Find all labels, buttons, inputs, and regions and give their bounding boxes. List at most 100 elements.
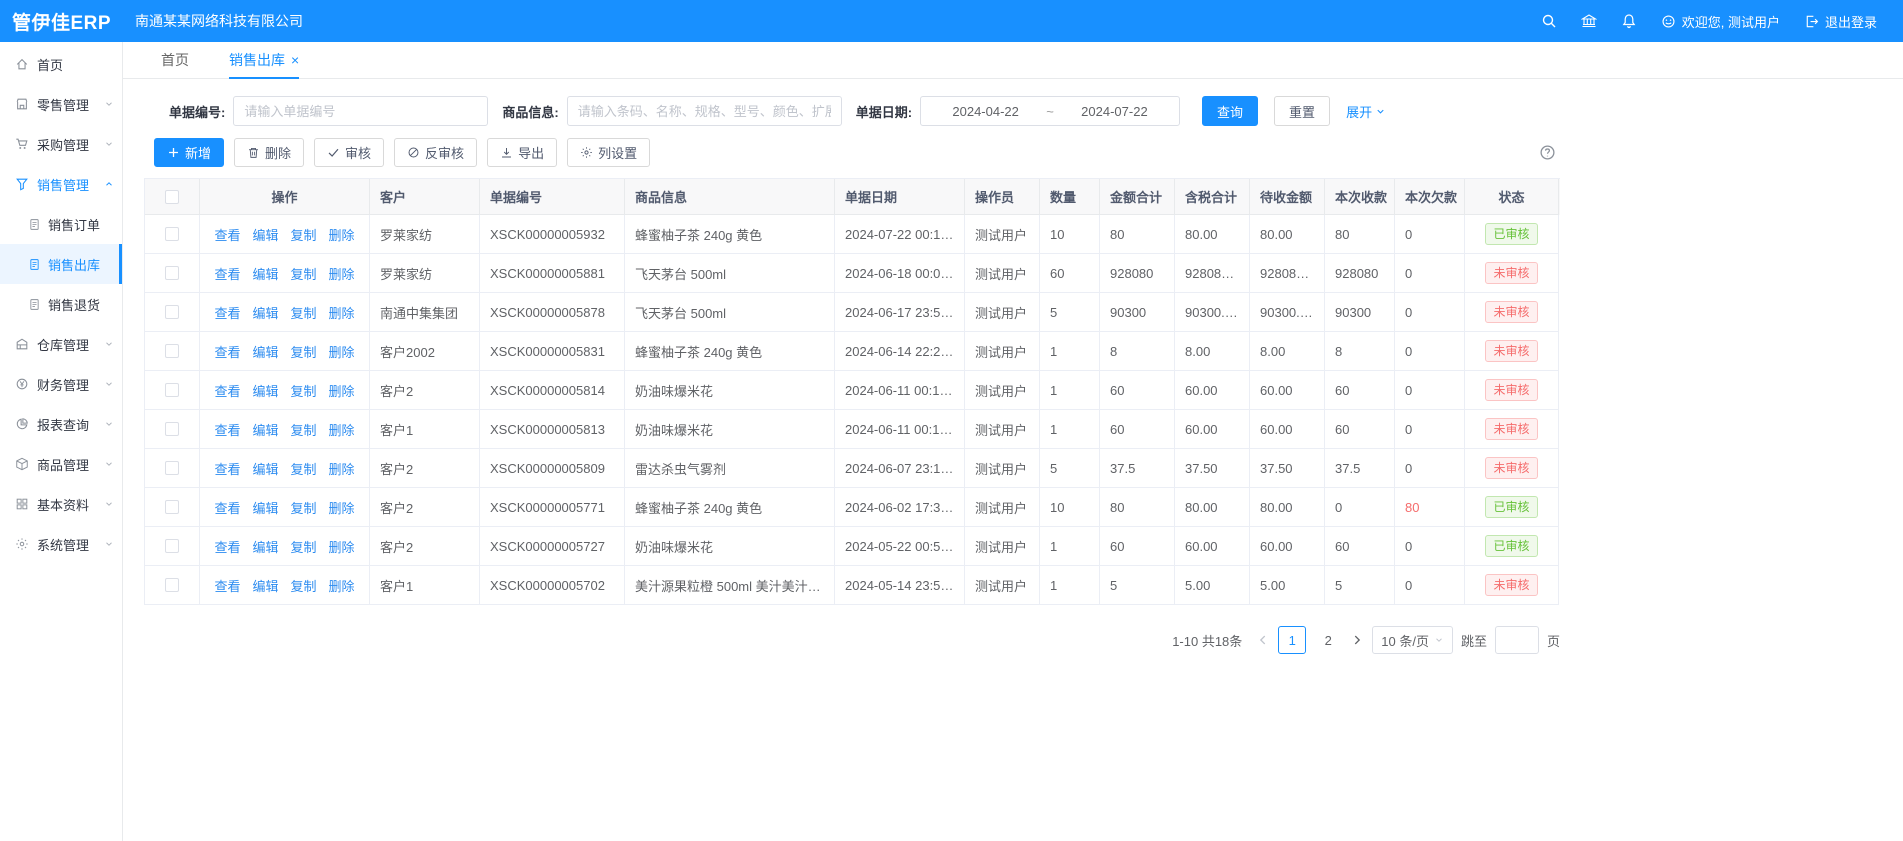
sidebar-item-retail-mgmt[interactable]: 零售管理 [0, 84, 122, 124]
row-action-edit[interactable]: 编辑 [252, 303, 278, 322]
cell-customer: 南通中集集团 [370, 293, 480, 332]
unaudit-button[interactable]: 反审核 [394, 138, 477, 167]
help-icon[interactable] [1539, 144, 1556, 161]
row-action-copy[interactable]: 复制 [291, 264, 317, 283]
row-action-edit[interactable]: 编辑 [252, 537, 278, 556]
row-action-copy[interactable]: 复制 [291, 459, 317, 478]
audit-button[interactable]: 审核 [314, 138, 384, 167]
row-action-delete[interactable]: 删除 [329, 303, 355, 322]
row-action-copy[interactable]: 复制 [291, 381, 317, 400]
close-icon[interactable]: × [291, 53, 299, 67]
row-action-copy[interactable]: 复制 [291, 537, 317, 556]
row-action-view[interactable]: 查看 [214, 537, 240, 556]
row-action-delete[interactable]: 删除 [329, 576, 355, 595]
logout-button[interactable]: 退出登录 [1804, 12, 1877, 31]
row-action-edit[interactable]: 编辑 [252, 576, 278, 595]
sidebar-item-warehouse-mgmt[interactable]: 仓库管理 [0, 324, 122, 364]
search-icon[interactable] [1541, 13, 1557, 29]
sidebar-item-purchase-mgmt[interactable]: 采购管理 [0, 124, 122, 164]
row-checkbox[interactable] [165, 578, 179, 592]
column-settings-button[interactable]: 列设置 [567, 138, 650, 167]
row-action-view[interactable]: 查看 [214, 225, 240, 244]
row-action-delete[interactable]: 删除 [329, 264, 355, 283]
bank-icon[interactable] [1581, 13, 1597, 29]
select-all-checkbox[interactable] [165, 190, 179, 204]
row-checkbox[interactable] [165, 266, 179, 280]
row-action-delete[interactable]: 删除 [329, 498, 355, 517]
expand-link[interactable]: 展开 [1346, 102, 1386, 121]
row-action-copy[interactable]: 复制 [291, 420, 317, 439]
row-action-copy[interactable]: 复制 [291, 576, 317, 595]
reset-button[interactable]: 重置 [1274, 96, 1330, 126]
prev-page-button[interactable] [1256, 633, 1270, 647]
row-checkbox[interactable] [165, 461, 179, 475]
row-action-copy[interactable]: 复制 [291, 342, 317, 361]
row-action-edit[interactable]: 编辑 [252, 459, 278, 478]
row-action-delete[interactable]: 删除 [329, 459, 355, 478]
welcome-user[interactable]: 欢迎您, 测试用户 [1661, 12, 1780, 31]
row-action-edit[interactable]: 编辑 [252, 381, 278, 400]
sidebar-item-system-mgmt[interactable]: 系统管理 [0, 524, 122, 564]
row-action-delete[interactable]: 删除 [329, 537, 355, 556]
tab-home[interactable]: 首页 [161, 42, 189, 78]
row-checkbox[interactable] [165, 422, 179, 436]
row-action-edit[interactable]: 编辑 [252, 225, 278, 244]
row-checkbox[interactable] [165, 383, 179, 397]
delete-button[interactable]: 删除 [234, 138, 304, 167]
row-action-delete[interactable]: 删除 [329, 381, 355, 400]
sidebar-subitem-sales-outbound[interactable]: 销售出库 [0, 244, 122, 284]
date-to[interactable]: 2024-07-22 [1058, 104, 1171, 119]
sidebar-subitem-sales-order[interactable]: 销售订单 [0, 204, 122, 244]
row-action-view[interactable]: 查看 [214, 303, 240, 322]
sidebar-item-report-query[interactable]: 报表查询 [0, 404, 122, 444]
page-button-2[interactable]: 2 [1314, 626, 1342, 654]
row-action-view[interactable]: 查看 [214, 576, 240, 595]
row-action-view[interactable]: 查看 [214, 459, 240, 478]
row-checkbox[interactable] [165, 539, 179, 553]
sidebar-item-sales-mgmt[interactable]: 销售管理 [0, 164, 122, 204]
row-action-edit[interactable]: 编辑 [252, 264, 278, 283]
date-from[interactable]: 2024-04-22 [929, 104, 1042, 119]
page-button-1[interactable]: 1 [1278, 626, 1306, 654]
search-button[interactable]: 查询 [1202, 96, 1258, 126]
row-action-delete[interactable]: 删除 [329, 342, 355, 361]
jump-page-input[interactable] [1495, 626, 1539, 654]
row-action-delete[interactable]: 删除 [329, 225, 355, 244]
row-checkbox[interactable] [165, 305, 179, 319]
row-action-view[interactable]: 查看 [214, 264, 240, 283]
sidebar-subitem-sales-return[interactable]: 销售退货 [0, 284, 122, 324]
row-action-copy[interactable]: 复制 [291, 225, 317, 244]
cell-doc_no: XSCK00000005932 [480, 215, 625, 254]
bell-icon[interactable] [1621, 13, 1637, 29]
export-button[interactable]: 导出 [487, 138, 557, 167]
row-action-delete[interactable]: 删除 [329, 420, 355, 439]
sidebar-item-basic-data[interactable]: 基本资料 [0, 484, 122, 524]
cell-text: 928080.00 [1260, 266, 1314, 281]
page-size-select[interactable]: 10 条/页 [1372, 626, 1453, 654]
sidebar-item-finance-mgmt[interactable]: 财务管理 [0, 364, 122, 404]
row-action-copy[interactable]: 复制 [291, 498, 317, 517]
sidebar-item-product-mgmt[interactable]: 商品管理 [0, 444, 122, 484]
row-action-view[interactable]: 查看 [214, 420, 240, 439]
row-action-edit[interactable]: 编辑 [252, 420, 278, 439]
add-button[interactable]: 新增 [154, 138, 224, 167]
product-info-input[interactable] [567, 96, 842, 126]
sidebar-item-home[interactable]: 首页 [0, 44, 122, 84]
row-checkbox[interactable] [165, 344, 179, 358]
date-range-picker[interactable]: 2024-04-22 ~ 2024-07-22 [920, 96, 1180, 126]
doc-no-input[interactable] [233, 96, 488, 126]
tab-sales-outbound[interactable]: 销售出库 × [229, 42, 299, 78]
row-action-view[interactable]: 查看 [214, 498, 240, 517]
purchase-icon [15, 137, 29, 151]
next-page-button[interactable] [1350, 633, 1364, 647]
row-action-edit[interactable]: 编辑 [252, 342, 278, 361]
row-checkbox[interactable] [165, 500, 179, 514]
row-action-copy[interactable]: 复制 [291, 303, 317, 322]
row-action-view[interactable]: 查看 [214, 342, 240, 361]
status-badge: 未审核 [1485, 301, 1537, 324]
row-checkbox[interactable] [165, 227, 179, 241]
row-action-view[interactable]: 查看 [214, 381, 240, 400]
cell-text: 1 [1050, 539, 1057, 554]
app-logo[interactable]: 管伊佳ERP [0, 8, 123, 35]
row-action-edit[interactable]: 编辑 [252, 498, 278, 517]
